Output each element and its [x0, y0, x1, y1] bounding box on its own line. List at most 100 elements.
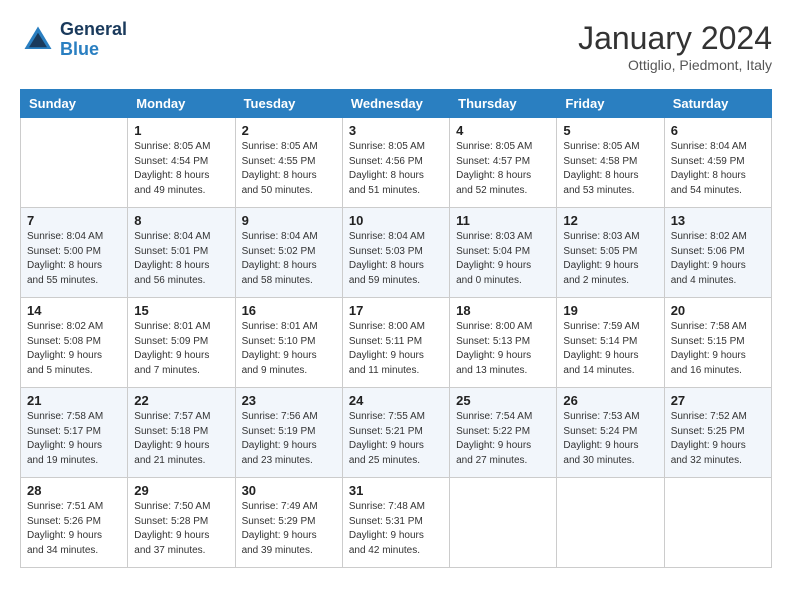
day-info: Sunrise: 8:05 AMSunset: 4:56 PMDaylight:… — [349, 140, 443, 198]
calendar-cell: 7 Sunrise: 8:04 AMSunset: 5:00 PMDaylight… — [21, 208, 128, 298]
day-number: 1 — [134, 123, 228, 138]
day-number: 27 — [671, 393, 765, 408]
calendar-cell: 21 Sunrise: 7:58 AMSunset: 5:17 PMDayligh… — [21, 388, 128, 478]
calendar-cell: 20Sunrise: 7:58 AMSunset: 5:15 PMDayligh… — [664, 298, 771, 388]
day-info: Sunrise: 7:50 AMSunset: 5:28 PMDaylight:… — [134, 500, 228, 558]
calendar-cell: 30 Sunrise: 7:49 AMSunset: 5:29 PMDayligh… — [235, 478, 342, 568]
calendar-cell: 23 Sunrise: 7:56 AMSunset: 5:19 PMDayligh… — [235, 388, 342, 478]
calendar-cell: 8Sunrise: 8:04 AMSunset: 5:01 PMDaylight… — [128, 208, 235, 298]
calendar-cell: 11Sunrise: 8:03 AMSunset: 5:04 PMDayligh… — [450, 208, 557, 298]
day-info: Sunrise: 8:00 AMSunset: 5:11 PMDaylight:… — [349, 320, 443, 378]
page-header: General Blue January 2024 Ottiglio, Pied… — [20, 20, 772, 73]
day-of-week-header: Thursday — [450, 90, 557, 118]
day-number: 15 — [134, 303, 228, 318]
day-info: Sunrise: 8:01 AMSunset: 5:09 PMDaylight:… — [134, 320, 228, 378]
day-number: 2 — [242, 123, 336, 138]
day-info: Sunrise: 7:52 AMSunset: 5:25 PMDaylight:… — [671, 410, 765, 468]
logo-text: General Blue — [60, 20, 127, 60]
calendar-week-row: 14 Sunrise: 8:02 AMSunset: 5:08 PMDayligh… — [21, 298, 772, 388]
calendar-cell: 31 Sunrise: 7:48 AMSunset: 5:31 PMDayligh… — [342, 478, 449, 568]
day-number: 11 — [456, 213, 550, 228]
day-number: 28 — [27, 483, 121, 498]
calendar-cell: 13 Sunrise: 8:02 AMSunset: 5:06 PMDayligh… — [664, 208, 771, 298]
calendar-table: SundayMondayTuesdayWednesdayThursdayFrid… — [20, 89, 772, 568]
day-number: 25 — [456, 393, 550, 408]
calendar-cell: 10 Sunrise: 8:04 AMSunset: 5:03 PMDayligh… — [342, 208, 449, 298]
day-number: 19 — [563, 303, 657, 318]
day-number: 9 — [242, 213, 336, 228]
day-number: 3 — [349, 123, 443, 138]
day-number: 23 — [242, 393, 336, 408]
calendar-header: SundayMondayTuesdayWednesdayThursdayFrid… — [21, 90, 772, 118]
calendar-cell: 12 Sunrise: 8:03 AMSunset: 5:05 PMDayligh… — [557, 208, 664, 298]
day-info: Sunrise: 8:05 AMSunset: 4:55 PMDaylight:… — [242, 140, 336, 198]
day-number: 31 — [349, 483, 443, 498]
day-number: 22 — [134, 393, 228, 408]
calendar-cell — [450, 478, 557, 568]
day-info: Sunrise: 8:04 AMSunset: 4:59 PMDaylight:… — [671, 140, 765, 198]
day-number: 5 — [563, 123, 657, 138]
day-info: Sunrise: 7:51 AMSunset: 5:26 PMDaylight:… — [27, 500, 121, 558]
day-info: Sunrise: 7:54 AMSunset: 5:22 PMDaylight:… — [456, 410, 550, 468]
day-number: 14 — [27, 303, 121, 318]
calendar-week-row: 21 Sunrise: 7:58 AMSunset: 5:17 PMDayligh… — [21, 388, 772, 478]
day-info: Sunrise: 8:03 AMSunset: 5:05 PMDaylight:… — [563, 230, 657, 288]
calendar-cell — [664, 478, 771, 568]
day-number: 30 — [242, 483, 336, 498]
calendar-week-row: 7 Sunrise: 8:04 AMSunset: 5:00 PMDaylight… — [21, 208, 772, 298]
day-number: 13 — [671, 213, 765, 228]
calendar-cell: 6 Sunrise: 8:04 AMSunset: 4:59 PMDaylight… — [664, 118, 771, 208]
day-info: Sunrise: 7:57 AMSunset: 5:18 PMDaylight:… — [134, 410, 228, 468]
day-number: 20 — [671, 303, 765, 318]
logo-line1: General — [60, 20, 127, 40]
day-of-week-header: Monday — [128, 90, 235, 118]
calendar-cell: 1 Sunrise: 8:05 AMSunset: 4:54 PMDaylight… — [128, 118, 235, 208]
day-info: Sunrise: 7:58 AMSunset: 5:17 PMDaylight:… — [27, 410, 121, 468]
calendar-cell: 24 Sunrise: 7:55 AMSunset: 5:21 PMDayligh… — [342, 388, 449, 478]
calendar-cell: 14 Sunrise: 8:02 AMSunset: 5:08 PMDayligh… — [21, 298, 128, 388]
day-info: Sunrise: 8:02 AMSunset: 5:08 PMDaylight:… — [27, 320, 121, 378]
calendar-cell: 27 Sunrise: 7:52 AMSunset: 5:25 PMDayligh… — [664, 388, 771, 478]
day-number: 16 — [242, 303, 336, 318]
day-number: 18 — [456, 303, 550, 318]
day-info: Sunrise: 7:56 AMSunset: 5:19 PMDaylight:… — [242, 410, 336, 468]
day-info: Sunrise: 7:55 AMSunset: 5:21 PMDaylight:… — [349, 410, 443, 468]
calendar-cell: 2 Sunrise: 8:05 AMSunset: 4:55 PMDaylight… — [235, 118, 342, 208]
day-info: Sunrise: 8:04 AMSunset: 5:01 PMDaylight:… — [134, 230, 228, 288]
day-number: 6 — [671, 123, 765, 138]
day-info: Sunrise: 8:02 AMSunset: 5:06 PMDaylight:… — [671, 230, 765, 288]
logo-line2: Blue — [60, 40, 127, 60]
day-of-week-header: Sunday — [21, 90, 128, 118]
day-number: 7 — [27, 213, 121, 228]
day-number: 26 — [563, 393, 657, 408]
calendar-cell: 29 Sunrise: 7:50 AMSunset: 5:28 PMDayligh… — [128, 478, 235, 568]
day-number: 29 — [134, 483, 228, 498]
day-info: Sunrise: 8:05 AMSunset: 4:58 PMDaylight:… — [563, 140, 657, 198]
day-number: 17 — [349, 303, 443, 318]
calendar-cell: 22 Sunrise: 7:57 AMSunset: 5:18 PMDayligh… — [128, 388, 235, 478]
day-info: Sunrise: 7:49 AMSunset: 5:29 PMDaylight:… — [242, 500, 336, 558]
day-info: Sunrise: 8:00 AMSunset: 5:13 PMDaylight:… — [456, 320, 550, 378]
calendar-cell: 9Sunrise: 8:04 AMSunset: 5:02 PMDaylight… — [235, 208, 342, 298]
calendar-cell: 19Sunrise: 7:59 AMSunset: 5:14 PMDayligh… — [557, 298, 664, 388]
title-area: January 2024 Ottiglio, Piedmont, Italy — [578, 20, 772, 73]
day-number: 10 — [349, 213, 443, 228]
day-of-week-header: Tuesday — [235, 90, 342, 118]
day-number: 12 — [563, 213, 657, 228]
day-info: Sunrise: 8:01 AMSunset: 5:10 PMDaylight:… — [242, 320, 336, 378]
calendar-week-row: 28 Sunrise: 7:51 AMSunset: 5:26 PMDayligh… — [21, 478, 772, 568]
day-info: Sunrise: 7:48 AMSunset: 5:31 PMDaylight:… — [349, 500, 443, 558]
day-info: Sunrise: 8:05 AMSunset: 4:54 PMDaylight:… — [134, 140, 228, 198]
day-number: 21 — [27, 393, 121, 408]
days-of-week-row: SundayMondayTuesdayWednesdayThursdayFrid… — [21, 90, 772, 118]
calendar-cell: 4Sunrise: 8:05 AMSunset: 4:57 PMDaylight… — [450, 118, 557, 208]
day-info: Sunrise: 8:04 AMSunset: 5:00 PMDaylight:… — [27, 230, 121, 288]
day-info: Sunrise: 7:53 AMSunset: 5:24 PMDaylight:… — [563, 410, 657, 468]
calendar-cell — [557, 478, 664, 568]
day-info: Sunrise: 8:04 AMSunset: 5:03 PMDaylight:… — [349, 230, 443, 288]
day-of-week-header: Saturday — [664, 90, 771, 118]
day-of-week-header: Friday — [557, 90, 664, 118]
day-number: 24 — [349, 393, 443, 408]
calendar-cell: 17 Sunrise: 8:00 AMSunset: 5:11 PMDayligh… — [342, 298, 449, 388]
day-number: 4 — [456, 123, 550, 138]
